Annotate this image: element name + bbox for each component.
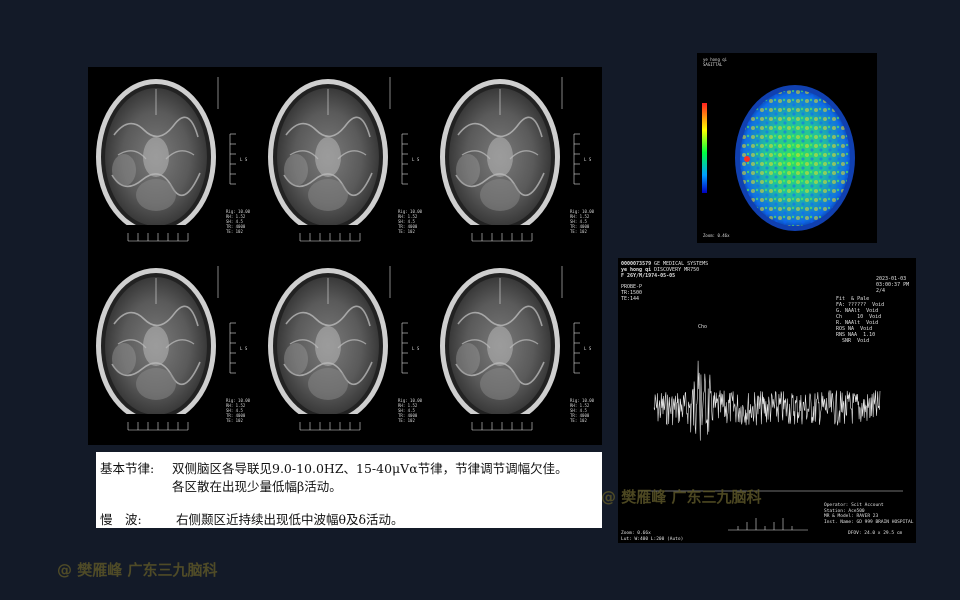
mri-slice-info: Rig: 10.00 RH: 1.52 SH: 4.5 TR: 4000 TE:…: [570, 398, 595, 423]
spect-fov: DFOV: 24.0 x 29.5 cm: [848, 531, 903, 536]
svg-text:L S: L S: [412, 346, 420, 351]
spect-zoom: Zoom: 0.66x: [621, 531, 651, 536]
svg-text:Zoom: 0.46x: Zoom: 0.46x: [703, 233, 730, 238]
brain-axial-image: [440, 79, 560, 225]
mri-bottom-ruler: [127, 233, 189, 242]
brain-axial-image: [96, 79, 216, 225]
svg-text:L S: L S: [240, 157, 248, 162]
mri-slice-info: Rig: 10.00 RH: 1.52 SH: 4.5 TR: 4000 TE:…: [226, 398, 251, 423]
mri-slice-info: Rig: 10.00 RH: 1.52 SH: 4.5 TR: 4000 TE:…: [570, 209, 595, 234]
mri-slice-1: L S Rig: 10.00 RH: 1.52 SH: 4.5 TR: 4000 …: [88, 69, 258, 256]
svg-text:L S: L S: [412, 157, 420, 162]
basic-rhythm-text-2: 各区散在出现少量低幅β活动。: [172, 479, 342, 494]
mri-slice-info: Rig: 10.00 RH: 1.52 SH: 4.5 TR: 4000 TE:…: [398, 209, 423, 234]
slow-wave-text: 右侧颞区近持续出现低中波幅θ及δ活动。: [176, 512, 404, 527]
brain-axial-image: [268, 268, 388, 414]
slow-wave-label: 慢 波:: [100, 512, 142, 527]
svg-text:SAGITTAL: SAGITTAL: [703, 62, 723, 67]
svg-text:L S: L S: [584, 346, 592, 351]
mri-slice-info: Rig: 10.00 RH: 1.52 SH: 4.5 TR: 4000 TE:…: [226, 209, 251, 234]
brain-axial-image: [268, 79, 388, 225]
spectrum-trace: [653, 360, 881, 441]
svg-text:L S: L S: [240, 346, 248, 351]
mri-bottom-ruler: [471, 233, 533, 242]
basic-rhythm-text-1: 双侧脑区各导联见9.0-10.0HZ、15-40μVα节律，节律调节调幅欠佳。: [172, 461, 568, 476]
mri-slice-6: L S Rig: 10.00 RH: 1.52 SH: 4.5 TR: 4000 …: [432, 258, 602, 445]
mri-slice-2: L S Rig: 10.00 RH: 1.52 SH: 4.5 TR: 4000 …: [260, 69, 430, 256]
mri-slice-3: L S Rig: 10.00 RH: 1.52 SH: 4.5 TR: 4000 …: [432, 69, 602, 256]
watermark-page: @ 樊雁峰 广东三九脑科: [57, 561, 218, 579]
mri-slice-info: Rig: 10.00 RH: 1.52 SH: 4.5 TR: 4000 TE:…: [398, 398, 423, 423]
mri-bottom-ruler: [299, 422, 361, 431]
perfusion-map-image: ye hong qi SAGITTAL Zoom: 0.46x: [702, 57, 855, 238]
mri-bottom-ruler: [299, 233, 361, 242]
mri-bottom-ruler: [471, 422, 533, 431]
perfusion-color-map: ye hong qi SAGITTAL Zoom: 0.46x: [697, 53, 877, 243]
spect-bottom-right: Operator: Scit Account Station: Ace500 M…: [824, 503, 914, 525]
mri-slice-4: L S Rig: 10.00 RH: 1.52 SH: 4.5 TR: 4000 …: [88, 258, 258, 445]
mri-bottom-ruler: [127, 422, 189, 431]
brain-axial-image: [440, 268, 560, 414]
color-scale-bar: [702, 103, 707, 193]
svg-text:L S: L S: [584, 157, 592, 162]
mri-slice-5: L S Rig: 10.00 RH: 1.52 SH: 4.5 TR: 4000 …: [260, 258, 430, 445]
spect-window: Lut: W:400 L:200 (Auto): [621, 537, 684, 542]
basic-rhythm-label: 基本节律:: [100, 461, 155, 476]
watermark-spectroscopy: @ 樊雁峰 广东三九脑科: [601, 488, 762, 506]
eeg-report-box: 基本节律: 双侧脑区各导联见9.0-10.0HZ、15-40μVα节律，节律调节…: [96, 452, 602, 528]
brain-axial-image: [96, 268, 216, 414]
mri-t2-grid: L S Rig: 10.00 RH: 1.52 SH: 4.5 TR: 4000 …: [88, 67, 602, 445]
